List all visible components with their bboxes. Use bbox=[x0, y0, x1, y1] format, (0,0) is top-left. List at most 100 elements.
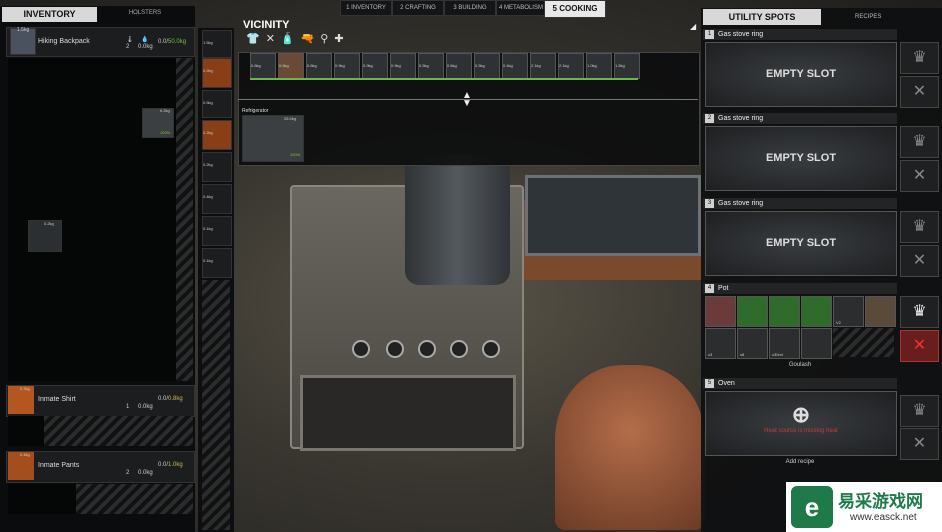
refrigerator-label: Refrigerator bbox=[242, 108, 269, 114]
pepper-ingredient[interactable] bbox=[737, 296, 768, 327]
backpack-item-weight: 0.0kg bbox=[138, 44, 153, 50]
vicinity-item[interactable]: 0.6kg bbox=[446, 53, 472, 79]
shirt-count: 1 bbox=[126, 404, 130, 410]
paper-weight: 0.2kg bbox=[160, 108, 170, 113]
loose-item-weight: 0.2kg bbox=[44, 221, 54, 226]
unavailable-slots bbox=[44, 416, 193, 446]
pants-capacity: 0.0/1.0kg bbox=[158, 462, 183, 468]
spot-header-2: 2 Gas stove ring bbox=[703, 113, 897, 124]
equip-slot-socks[interactable]: 0.1kg bbox=[202, 248, 232, 278]
remove-button[interactable]: ✕ bbox=[900, 330, 939, 362]
spot-header-1: 1 Gas stove ring bbox=[703, 29, 897, 40]
watermark-emblem-icon: e bbox=[791, 486, 833, 528]
pants-weight: 0.4kg bbox=[20, 452, 30, 457]
equip-slot-underwear[interactable]: 0.1kg bbox=[202, 216, 232, 246]
vicinity-item[interactable]: 2.1kg bbox=[558, 53, 584, 79]
water-bottle-ingredient[interactable]: V2 bbox=[833, 296, 864, 327]
stove-knob bbox=[450, 340, 468, 358]
collapse-corner-icon[interactable]: ◢ bbox=[690, 22, 696, 31]
pants-item-weight: 0.0kg bbox=[138, 470, 153, 476]
empty-slot-1[interactable]: EMPTY SLOT bbox=[705, 42, 897, 107]
watermark-url: www.easck.net bbox=[850, 512, 917, 523]
vicinity-item[interactable]: 1.5kg bbox=[614, 53, 640, 79]
tab-metabolism[interactable]: 4 METABOLISM bbox=[496, 0, 546, 16]
paper-durability: 100% bbox=[160, 130, 171, 135]
vicinity-item[interactable]: 0.5kg bbox=[418, 53, 444, 79]
unavailable-slots bbox=[176, 58, 193, 381]
remove-button[interactable]: ✕ bbox=[900, 428, 939, 460]
tab-cooking[interactable]: 5 COOKING bbox=[544, 0, 606, 18]
vicinity-filter-icons[interactable]: 👕✕🧴🔫⚲✚ bbox=[246, 32, 350, 45]
chef-hat-button[interactable]: ♛ bbox=[900, 42, 939, 74]
pepper-ingredient[interactable] bbox=[801, 296, 832, 327]
vicinity-item[interactable]: 0.9kg bbox=[390, 53, 416, 79]
oven-slot[interactable]: ⊕ Heat source is missing heat bbox=[705, 391, 897, 456]
tab-inventory[interactable]: 1 INVENTORY bbox=[340, 0, 392, 16]
equip-slot-vest[interactable]: 0.5kg bbox=[202, 90, 232, 118]
equip-slot-jacket[interactable]: 0.2kg bbox=[202, 120, 232, 150]
shirt-weight: 0.2kg bbox=[20, 386, 30, 391]
can-ingredient[interactable]: x3 bbox=[705, 328, 736, 359]
resize-arrows-icon[interactable]: ▲ ▼ bbox=[462, 91, 472, 109]
cooking-pot[interactable] bbox=[405, 155, 510, 285]
pepper-ingredient[interactable] bbox=[769, 296, 800, 327]
vicinity-item[interactable]: 0.5kg bbox=[474, 53, 500, 79]
utility-spots-tab[interactable]: UTILITY SPOTS bbox=[703, 9, 821, 25]
salt-ingredient[interactable] bbox=[801, 328, 832, 359]
kitchen-sink[interactable] bbox=[525, 175, 701, 256]
shirt-capacity: 0.0/0.8kg bbox=[158, 396, 183, 402]
recipes-tab[interactable]: RECIPES bbox=[855, 14, 881, 20]
spice-ingredient[interactable]: x8 bbox=[737, 328, 768, 359]
unavailable-slots bbox=[76, 484, 193, 514]
backpack-capacity: 0.0/50.0kg bbox=[158, 39, 187, 45]
water-drop-icon: 💧 bbox=[141, 37, 149, 43]
empty-slot-3[interactable]: EMPTY SLOT bbox=[705, 211, 897, 276]
refrigerator-durability: 100% bbox=[290, 152, 301, 157]
oil-ingredient[interactable]: x30ml bbox=[769, 328, 800, 359]
vicinity-item[interactable]: 0.9kg bbox=[362, 53, 388, 79]
vicinity-item[interactable]: 0.5kg bbox=[278, 53, 304, 79]
spot-header-4: 4 Pot bbox=[703, 283, 897, 294]
meat-ingredient[interactable] bbox=[705, 296, 736, 327]
gas-cylinder bbox=[555, 365, 705, 530]
pot-recipe-label: Goulash bbox=[788, 362, 812, 368]
vicinity-item[interactable]: 1.0kg bbox=[586, 53, 612, 79]
equip-slot-shirt[interactable]: 0.2kg bbox=[202, 58, 232, 88]
watermark-brand: 易采游戏网 bbox=[838, 492, 923, 512]
spot-header-3: 3 Gas stove ring bbox=[703, 198, 897, 209]
vicinity-item[interactable]: 2.1kg bbox=[530, 53, 556, 79]
chef-hat-button[interactable]: ♛ bbox=[900, 211, 939, 243]
vicinity-item[interactable]: 0.8kg bbox=[306, 53, 332, 79]
backpack-name: Hiking Backpack bbox=[38, 38, 90, 45]
add-recipe-bowl-icon: ⊕ bbox=[791, 402, 811, 427]
pants-pocket[interactable] bbox=[8, 484, 76, 514]
chef-hat-button[interactable]: ♛ bbox=[900, 296, 939, 328]
unavailable-slots bbox=[833, 328, 894, 357]
chef-hat-button[interactable]: ♛ bbox=[900, 395, 939, 427]
empty-slot-2[interactable]: EMPTY SLOT bbox=[705, 126, 897, 191]
shirt-item-weight: 0.0kg bbox=[138, 404, 153, 410]
vicinity-item[interactable]: 0.8kg bbox=[250, 53, 276, 79]
remove-button[interactable]: ✕ bbox=[900, 76, 939, 108]
shirt-pocket[interactable] bbox=[8, 416, 44, 446]
stove-knob bbox=[418, 340, 436, 358]
vicinity-item[interactable]: 0.9kg bbox=[334, 53, 360, 79]
chef-hat-button[interactable]: ♛ bbox=[900, 126, 939, 158]
equip-slot-shoes[interactable]: 0.4kg bbox=[202, 184, 232, 214]
add-recipe-label[interactable]: Add recipe bbox=[705, 459, 895, 465]
oven-door[interactable] bbox=[300, 375, 516, 451]
equip-slot-backpack[interactable]: 1.5kg bbox=[202, 30, 232, 58]
inventory-tab[interactable]: INVENTORY bbox=[2, 7, 97, 22]
remove-button[interactable]: ✕ bbox=[900, 245, 939, 277]
tab-building[interactable]: 3 BUILDING bbox=[444, 0, 496, 16]
equip-slot-gloves[interactable]: 0.2kg bbox=[202, 152, 232, 182]
vicinity-item[interactable]: 0.4kg bbox=[502, 53, 528, 79]
mushroom-ingredient[interactable] bbox=[865, 296, 896, 327]
holsters-tab[interactable]: HOLSTERS bbox=[110, 10, 180, 16]
pants-count: 2 bbox=[126, 470, 130, 476]
backpack-weight: 1.5kg bbox=[17, 27, 30, 33]
shirt-name: Inmate Shirt bbox=[38, 396, 76, 403]
stove-knob bbox=[386, 340, 404, 358]
remove-button[interactable]: ✕ bbox=[900, 160, 939, 192]
tab-crafting[interactable]: 2 CRAFTING bbox=[392, 0, 444, 16]
